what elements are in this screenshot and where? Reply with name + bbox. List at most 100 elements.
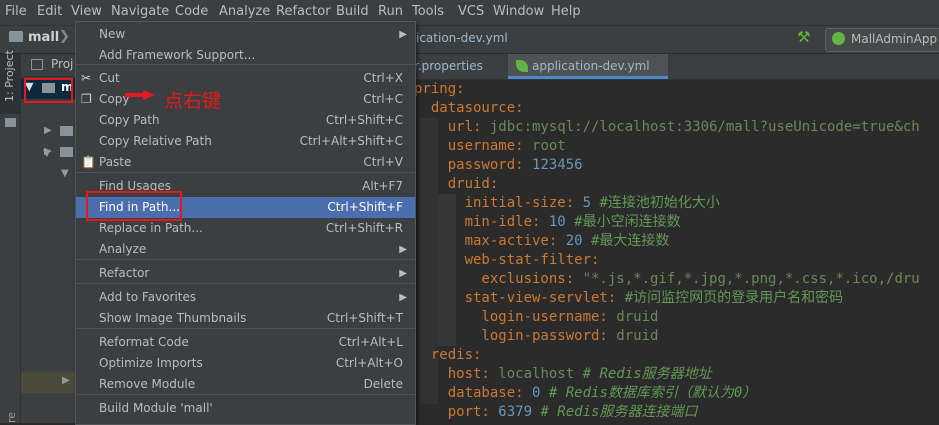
menu-refactor[interactable]: Refactor (276, 4, 331, 19)
context-menu-item-label: Remove Module (99, 377, 196, 391)
highlight-box-find-in-path (86, 191, 182, 221)
code-token-string: druid (616, 309, 659, 325)
submenu-arrow-icon: ▶ (399, 29, 407, 40)
context-menu-item-copy-relative-path[interactable]: Copy Relative Path Ctrl+Alt+Shift+C (76, 131, 415, 152)
menu-window[interactable]: Window (493, 4, 544, 19)
code-token-key: web-stat-filter: (414, 252, 600, 268)
code-token-key: exclusions: (414, 271, 583, 287)
context-menu-item-shortcut: Ctrl+C (363, 92, 403, 106)
code-line: host: localhost # Redis服务器地址 (414, 365, 712, 384)
tab-properties[interactable]: r.properties (414, 54, 506, 79)
code-token-comment: #最大连接数 (582, 233, 670, 249)
collapse-arrow-icon[interactable]: ▶ (44, 125, 52, 136)
context-menu-item-add-framework-support[interactable]: Add Framework Support... (76, 45, 415, 66)
context-menu-item-remove-module[interactable]: Remove Module Delete (76, 374, 415, 395)
context-menu-item-shortcut: Ctrl+Shift+F (327, 200, 403, 214)
code-line: database: 0 # Redis数据库索引（默认为0） (414, 384, 757, 403)
code-line: url: jdbc:mysql://localhost:3306/mall?us… (414, 118, 920, 137)
context-menu-item-label: Copy Relative Path (99, 134, 212, 148)
code-token-key: stat-view-servlet: (414, 290, 617, 306)
bottom-tool-tab-label[interactable]: re (5, 412, 18, 423)
project-panel-header-label[interactable]: Proj (51, 57, 73, 71)
code-line: web-stat-filter: (414, 251, 600, 270)
code-editor[interactable]: pring: datasource: url: jdbc:mysql://loc… (414, 80, 939, 423)
folder-icon (60, 126, 73, 136)
context-menu-item-shortcut: Delete (363, 377, 403, 391)
code-token-comment: #访问监控网页的登录用户名和密码 (616, 290, 844, 306)
code-token-key: port: (414, 404, 499, 420)
code-token-number: 6379 (498, 404, 533, 420)
menu-tools[interactable]: Tools (412, 4, 444, 19)
code-token-comment: # Redis服务器连接端口 (532, 404, 698, 420)
context-menu-item-show-image-thumbnails[interactable]: Show Image Thumbnails Ctrl+Shift+T (76, 308, 415, 329)
context-menu-item-label: Cut (99, 71, 120, 85)
code-token-comment: # Redis服务器地址 (574, 366, 712, 382)
code-line: password: 123456 (414, 156, 583, 175)
code-line: druid: (414, 175, 499, 194)
collapse-arrow-icon: ▶ (62, 375, 70, 386)
editor-tabs: r.properties application-dev.yml (414, 54, 939, 80)
context-menu-item-refactor[interactable]: Refactor ▶ (76, 263, 415, 284)
menu-vcs[interactable]: VCS (458, 4, 484, 19)
context-menu-item-shortcut: Ctrl+Alt+Shift+C (299, 134, 403, 148)
tab-properties-label: r.properties (414, 59, 483, 73)
code-token-number: 10 (548, 214, 566, 230)
context-menu-item-analyze[interactable]: Analyze ▶ (76, 239, 415, 260)
code-token-key: username: (414, 138, 533, 154)
context-menu-item-shortcut: Ctrl+V (363, 155, 403, 169)
menu-build[interactable]: Build (336, 4, 369, 19)
project-view-icon (31, 59, 43, 70)
code-token-key: pring: (414, 81, 465, 97)
menu-view[interactable]: View (71, 4, 102, 19)
project-folder-icon (9, 31, 23, 42)
folder-icon (60, 147, 73, 157)
context-menu-item-shortcut: Ctrl+Alt+L (338, 335, 403, 349)
run-config-select[interactable]: MallAdminApp (825, 28, 939, 52)
code-token-string: jdbc:mysql://localhost:3306/mall?useUnic… (489, 119, 920, 135)
menu-file[interactable]: File (5, 4, 27, 19)
menu-code[interactable]: Code (175, 4, 208, 19)
context-menu-item-build-module-mall[interactable]: Build Module 'mall' (76, 398, 415, 419)
code-line: exclusions: "*.js,*.gif,*.jpg,*.png,*.cs… (414, 270, 919, 289)
context-menu-item-label: Replace in Path... (99, 221, 203, 235)
context-menu-item-reformat-code[interactable]: Reformat Code Ctrl+Alt+L (76, 332, 415, 353)
menu-analyze[interactable]: Analyze (219, 4, 270, 19)
project-name[interactable]: mall (28, 30, 59, 45)
code-token-number: 20 (565, 233, 583, 249)
code-token-key: datasource: (414, 100, 524, 116)
hammer-icon[interactable]: ⚒ (797, 28, 810, 46)
code-token-string: localhost (498, 366, 575, 382)
code-token-comment: #最小空闲连接数 (565, 214, 681, 230)
code-token-number: 123456 (532, 157, 583, 173)
code-token-comment: # Redis数据库索引（默认为0） (540, 385, 757, 401)
context-menu-item-label: Copy Path (99, 113, 160, 127)
context-menu-item-add-to-favorites[interactable]: Add to Favorites ▶ (76, 287, 415, 308)
run-config-label: MallAdminApp (851, 32, 938, 46)
code-token-key: url: (414, 119, 490, 135)
context-menu-item-optimize-imports[interactable]: Optimize Imports Ctrl+Alt+O (76, 353, 415, 374)
code-token-key: login-username: (414, 309, 617, 325)
editor-file-breadcrumb[interactable]: ication-dev.yml (416, 31, 508, 45)
code-token-key: login-password: (414, 328, 617, 344)
context-menu-item-new[interactable]: New ▶ (76, 24, 415, 45)
annotation-arrow (125, 89, 155, 100)
expand-arrow-icon[interactable]: ▼ (61, 168, 69, 179)
highlight-box-root (24, 78, 73, 103)
context-menu-item-paste[interactable]: 📋 Paste Ctrl+V (76, 152, 415, 173)
project-tool-tab[interactable]: 1: Project (0, 50, 20, 114)
yaml-leaf-icon (516, 60, 528, 72)
menu-help[interactable]: Help (551, 4, 581, 19)
menu-navigate[interactable]: Navigate (111, 4, 169, 19)
code-token-string: root (532, 138, 566, 154)
tab-application-dev-yml[interactable]: application-dev.yml (508, 54, 668, 79)
code-line: max-active: 20 #最大连接数 (414, 232, 670, 251)
code-token-key: min-idle: (414, 214, 549, 230)
context-menu-item-copy-path[interactable]: Copy Path Ctrl+Shift+C (76, 110, 415, 131)
menu-edit[interactable]: Edit (37, 4, 62, 19)
context-menu-item-label: Show Image Thumbnails (99, 311, 247, 325)
context-menu-item-cut[interactable]: ✂ Cut Ctrl+X (76, 68, 415, 89)
context-menu-item-replace-in-path[interactable]: Replace in Path... Ctrl+Shift+R (76, 218, 415, 239)
menu-run[interactable]: Run (378, 4, 403, 19)
expand-arrow-icon[interactable]: ▼ (43, 148, 51, 159)
code-token-key: database: (414, 385, 533, 401)
